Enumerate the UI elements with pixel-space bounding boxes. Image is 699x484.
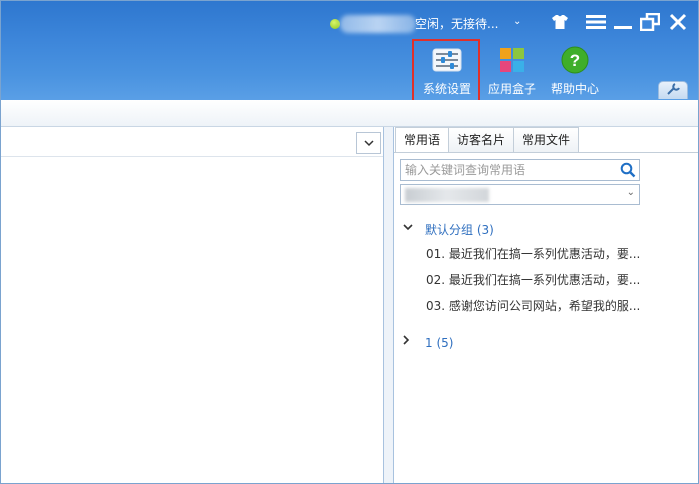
right-tabs: 常用语 访客名片 常用文件 xyxy=(395,127,580,153)
help-icon: ? xyxy=(560,45,590,75)
quick-reply-panel: 常用语 访客名片 常用文件 ⌄ 默认分组 (3) 01. 最近我们在搞一系列优惠… xyxy=(394,127,698,483)
app-box-button[interactable]: 应用盒子 xyxy=(478,45,546,101)
app-window: 空闲，无接待... ⌄ 系统设置 应用盒子 ? 帮助中心 常用语 访客名片 常用… xyxy=(0,0,699,484)
app-grid-icon xyxy=(497,45,527,75)
tab-common-phrases[interactable]: 常用语 xyxy=(395,127,450,153)
group-select[interactable]: ⌄ xyxy=(400,184,640,205)
phrase-item[interactable]: 01. 最近我们在搞一系列优惠活动，要... xyxy=(394,241,696,267)
tab-common-files[interactable]: 常用文件 xyxy=(514,127,580,153)
menu-icon[interactable] xyxy=(585,11,607,33)
chevron-right-icon[interactable] xyxy=(403,332,411,354)
chevron-down-icon[interactable] xyxy=(403,219,413,241)
group-name: 1 (5) xyxy=(425,336,454,350)
chevron-down-icon[interactable]: ⌄ xyxy=(513,16,521,27)
highlight-box xyxy=(412,39,480,102)
skin-icon[interactable] xyxy=(549,11,571,33)
restore-icon[interactable] xyxy=(639,11,661,33)
title-bar: 空闲，无接待... ⌄ 系统设置 应用盒子 ? 帮助中心 xyxy=(1,1,698,102)
help-center-label: 帮助中心 xyxy=(550,82,599,96)
phrase-item[interactable]: 02. 最近我们在搞一系列优惠活动，要... xyxy=(394,267,696,293)
panel-splitter[interactable] xyxy=(384,127,394,483)
help-center-button[interactable]: ? 帮助中心 xyxy=(541,45,609,101)
search-icon[interactable] xyxy=(620,162,636,178)
phrase-item[interactable]: 03. 感谢您访问公司网站，希望我的服... xyxy=(394,293,696,319)
app-box-label: 应用盒子 xyxy=(487,82,536,96)
close-icon[interactable] xyxy=(667,11,689,33)
chevron-down-icon: ⌄ xyxy=(626,187,635,198)
svg-text:?: ? xyxy=(570,51,580,70)
group-name: 默认分组 (3) xyxy=(425,223,494,237)
wrench-icon xyxy=(666,83,680,98)
chevron-down-icon xyxy=(363,136,374,150)
chat-dropdown-button[interactable] xyxy=(356,132,381,154)
group-default[interactable]: 默认分组 (3) xyxy=(394,219,698,241)
online-status-icon xyxy=(330,19,340,29)
phrase-tree: 默认分组 (3) 01. 最近我们在搞一系列优惠活动，要... 02. 最近我们… xyxy=(394,219,698,354)
blurred-username xyxy=(340,15,416,33)
tabs-divider xyxy=(394,152,698,153)
phrase-search-input[interactable] xyxy=(401,160,619,180)
group-1[interactable]: 1 (5) xyxy=(394,332,698,354)
status-text[interactable]: 空闲，无接待... xyxy=(415,15,498,32)
tools-tab[interactable] xyxy=(658,81,688,99)
blurred-selected-value xyxy=(405,188,489,202)
phrase-search-box xyxy=(400,159,640,181)
sub-toolbar-strip xyxy=(1,100,698,127)
minimize-icon[interactable] xyxy=(613,11,633,33)
chat-header xyxy=(1,127,383,157)
tab-visitor-card[interactable]: 访客名片 xyxy=(449,127,515,153)
chat-panel xyxy=(1,127,384,483)
